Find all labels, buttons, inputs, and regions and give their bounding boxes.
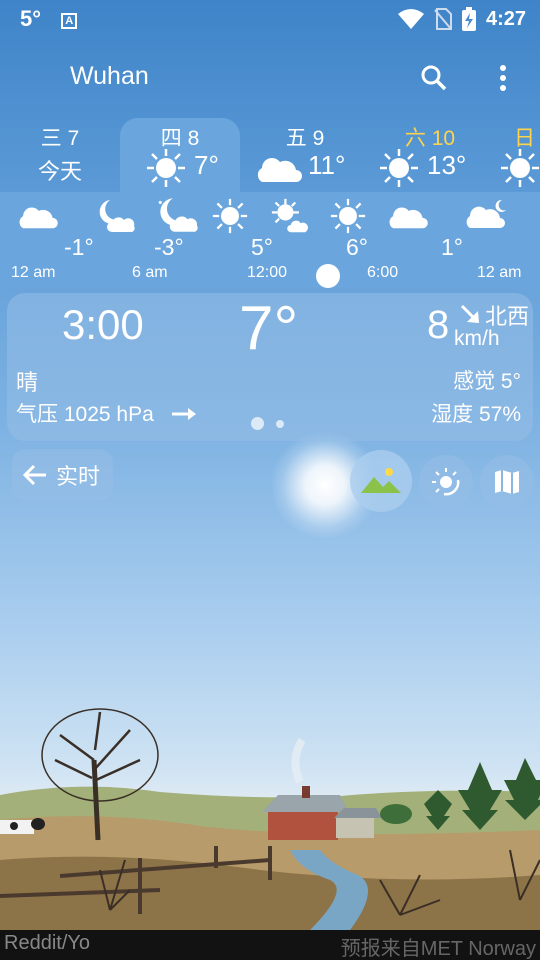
farmhouse [262,737,382,840]
more-options-icon[interactable] [498,64,508,92]
hourly-time: 12 am [11,264,56,281]
wind-speed: 8 [427,303,450,347]
day-item-saturday[interactable]: 六 10 13° [375,118,485,192]
day-item-sunday[interactable]: 日 [496,118,540,192]
battery-charging-icon [461,7,476,31]
image-credit[interactable]: Reddit/Yo [4,932,90,955]
day-item-today[interactable]: 三 7 今天 [10,118,110,192]
hourly-time: 12:00 [247,264,288,281]
current-temperature: 7° [239,294,299,363]
day-sub-label: 今天 [37,159,82,184]
cloud-icon [389,207,428,229]
day-temp: 13° [427,150,467,180]
notification-icon: A [61,13,78,29]
day-label: 三 7 [40,127,80,150]
footer-bar: Reddit/Yo 预报来自MET Norway [0,930,540,960]
hourly-time: 6 am [132,264,168,281]
moon-cloud-icon [99,200,135,232]
forecast-source[interactable]: 预报来自MET Norway [341,932,536,960]
feels-like: 感觉 5° [453,370,521,393]
page-dot-active [251,417,264,430]
current-conditions-card[interactable]: 3:00 7° 8 km/h 北西 晴 感觉 5° 气压 1025 hPa 湿度… [7,293,533,441]
sun-icon [212,198,248,234]
hourly-time: 12 am [477,264,522,281]
hourly-temp: -1° [64,234,94,260]
wifi-icon [397,9,424,29]
status-bar: 5° A 4:27 [0,0,540,38]
app-bar: Wuhan [0,50,540,106]
hourly-temp: 5° [251,234,273,260]
hourly-temp: -3° [154,234,184,260]
hourly-temp: 1° [441,234,463,260]
map-button[interactable] [480,455,534,509]
day-temp: 7° [194,150,219,180]
day-item-selected[interactable]: 四 8 7° [120,118,240,192]
sun-icon [501,149,539,187]
sun-orbit-icon [432,468,460,496]
sun-position-button[interactable] [419,455,473,509]
page-indicator [251,417,296,435]
sun-icon [380,149,418,187]
status-temperature: 5° [20,6,42,31]
landscape-icon [361,468,401,493]
status-time: 4:27 [485,7,526,30]
day-item[interactable]: 五 9 11° [250,118,360,192]
sun-icon [147,149,185,187]
sun-icon [330,198,366,234]
current-time: 3:00 [62,301,144,348]
cloud-icon [19,207,58,229]
day-label: 五 9 [285,127,325,150]
day-strip: 三 7 今天 四 8 7° 五 9 11° 六 10 13° 日 [0,118,540,192]
scene-view-button[interactable] [350,450,412,512]
landscape-illustration [0,708,540,930]
cloud-icon [257,158,302,182]
map-icon [495,470,519,494]
current-time-marker[interactable] [316,264,340,288]
wind-direction-arrow-icon [460,304,479,323]
hourly-forecast[interactable]: -1° -3° 5° 6° 1° 12 am 6 am 12:00 6:00 1… [0,192,540,288]
search-icon[interactable] [420,64,448,92]
sun-cloud-icon [271,198,308,233]
hourly-temp: 6° [346,234,368,260]
humidity: 湿度 57% [431,403,521,426]
pressure: 气压 1025 hPa [16,403,154,426]
condition-text: 晴 [16,370,39,395]
arrow-back-icon [22,464,46,486]
day-temp: 11° [308,150,346,180]
live-button[interactable]: 实时 [12,449,113,501]
wind-direction: 北西 [485,304,530,329]
city-name[interactable]: Wuhan [70,62,149,91]
moon-cloud-icon [158,198,198,232]
hourly-time: 6:00 [367,264,399,281]
page-dot [276,420,284,428]
no-sim-icon [434,8,452,30]
live-label: 实时 [56,464,101,489]
pressure-trend-arrow-icon [172,408,196,420]
moon-cloud-icon [466,199,506,228]
